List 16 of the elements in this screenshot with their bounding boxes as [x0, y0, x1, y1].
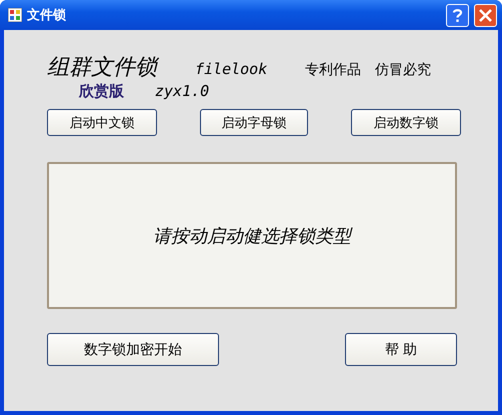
lock-button[interactable]: 启动中文锁: [47, 109, 157, 136]
version-label: zyx1.0: [155, 82, 210, 100]
lock-button[interactable]: 启动数字锁: [351, 109, 461, 136]
help-text-button[interactable]: 帮 助: [345, 333, 457, 366]
help-button[interactable]: [446, 4, 469, 26]
edition-label: 欣赏版: [79, 82, 125, 101]
lock-button[interactable]: 启动字母锁: [200, 109, 308, 136]
app-icon: [8, 8, 22, 22]
app-name: filelook: [195, 60, 268, 78]
encrypt-button[interactable]: 数字锁加密开始: [47, 333, 219, 366]
app-title: 组群文件锁: [47, 54, 160, 82]
notice-label: 专利作品: [305, 61, 361, 79]
close-button[interactable]: [474, 4, 497, 26]
notice-label: 仿冒必究: [375, 61, 431, 79]
window-title: 文件锁: [27, 6, 66, 24]
message-text: 请按动启动健选择锁类型: [153, 225, 351, 248]
